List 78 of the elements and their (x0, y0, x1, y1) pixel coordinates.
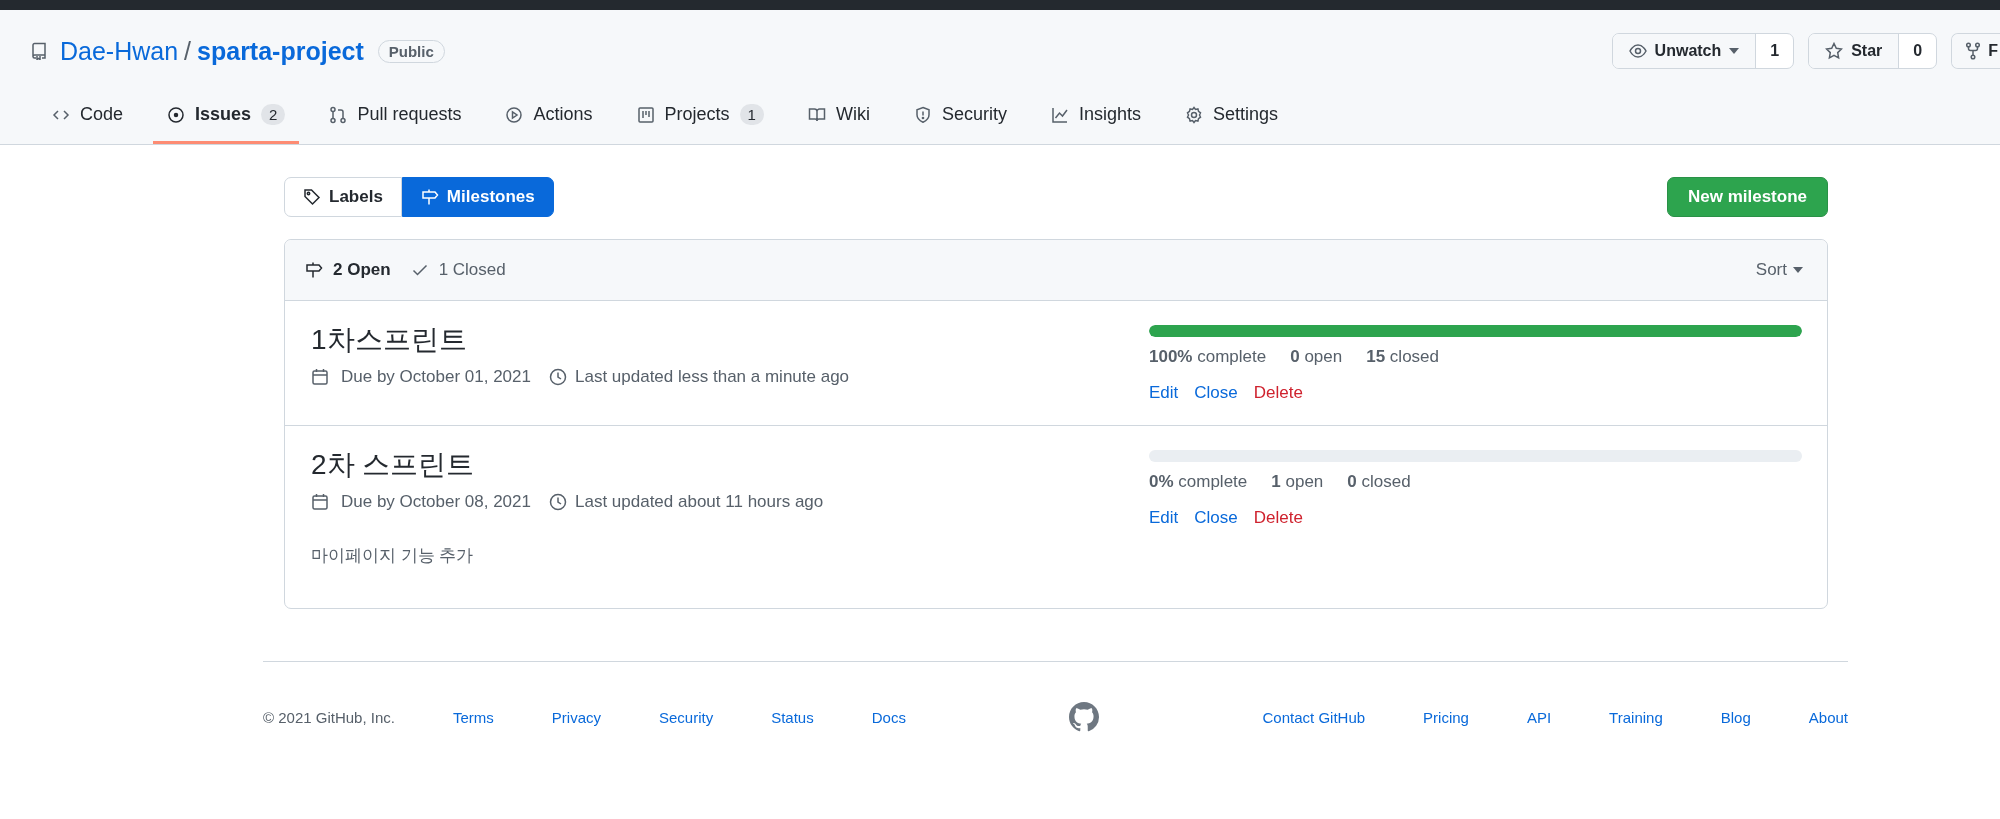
graph-icon (1050, 105, 1069, 124)
close-link[interactable]: Close (1194, 383, 1238, 403)
fork-icon (1964, 42, 1983, 60)
caret-icon (1793, 267, 1803, 273)
calendar-icon (311, 368, 329, 386)
tab-counter: 1 (739, 104, 764, 125)
closed-count: 0 closed (1347, 472, 1411, 492)
due-date: Due by October 08, 2021 (341, 492, 531, 512)
watch-count[interactable]: 1 (1756, 34, 1794, 68)
state-filter[interactable]: 2 Open (305, 260, 391, 280)
percent-complete: 100% complete (1149, 347, 1267, 367)
subnav-tab[interactable]: Milestones (401, 177, 554, 217)
milestone-title[interactable]: 1차스프린트 (311, 321, 467, 359)
shield-icon (913, 105, 932, 124)
percent-complete: 0% complete (1149, 472, 1248, 492)
signpost-icon (305, 261, 323, 279)
delete-link[interactable]: Delete (1253, 383, 1303, 403)
footer-link[interactable]: API (1526, 708, 1552, 726)
repo-tab[interactable]: Actions (491, 94, 607, 144)
state-filter[interactable]: 1 Closed (410, 260, 506, 280)
repo-tab[interactable]: Issues 2 (153, 94, 300, 144)
repo-tab[interactable]: Projects 1 (622, 94, 778, 144)
footer-link[interactable]: Security (659, 708, 714, 726)
signpost-icon (420, 188, 439, 206)
footer-link[interactable]: Docs (871, 708, 906, 726)
footer-link[interactable]: Blog (1720, 708, 1751, 726)
path-separator: / (184, 36, 192, 66)
fork-button[interactable]: F (1952, 34, 2000, 68)
calendar-icon (311, 493, 329, 511)
last-updated: Last updated less than a minute ago (574, 367, 850, 387)
edit-link[interactable]: Edit (1149, 508, 1179, 528)
milestone-title[interactable]: 2차 스프린트 (311, 446, 475, 484)
sort-dropdown[interactable]: Sort (1749, 259, 1809, 281)
footer-link[interactable]: Privacy (551, 708, 601, 726)
footer-link[interactable]: Terms (452, 708, 494, 726)
new-milestone-button[interactable]: New milestone (1666, 177, 1828, 217)
repo-tab[interactable]: Code (38, 94, 138, 144)
footer-link[interactable]: Contact GitHub (1262, 708, 1366, 726)
footer-link[interactable]: Status (771, 708, 814, 726)
tab-counter: 2 (261, 104, 286, 125)
footer-link[interactable]: About (1808, 708, 1848, 726)
footer-link[interactable]: Training (1609, 708, 1663, 726)
open-count: 1 open (1271, 472, 1324, 492)
repo-tab[interactable]: Insights (1036, 94, 1155, 144)
book-icon (807, 105, 826, 124)
play-icon (505, 105, 524, 124)
owner-link[interactable]: Dae-Hwan (60, 36, 179, 66)
repo-tab[interactable]: Settings (1170, 94, 1292, 144)
caret-icon (1729, 48, 1740, 54)
circle-dot-icon (167, 105, 186, 124)
due-date: Due by October 01, 2021 (341, 367, 531, 387)
delete-link[interactable]: Delete (1253, 508, 1303, 528)
star-button[interactable]: Star (1809, 34, 1900, 68)
copyright-text: © 2021 GitHub, Inc. (263, 708, 395, 726)
edit-link[interactable]: Edit (1149, 383, 1179, 403)
star-count[interactable]: 0 (1899, 34, 1937, 68)
settings-icon (1184, 105, 1203, 124)
clock-icon (548, 493, 567, 511)
project-board-icon (636, 105, 655, 124)
repo-tab[interactable]: Security (899, 94, 1021, 144)
star-icon (1825, 42, 1844, 60)
subnav-tab[interactable]: Labels (284, 177, 402, 217)
octocat-logo-icon (1069, 702, 1100, 732)
repository-icon (30, 42, 48, 60)
watch-button[interactable]: Unwatch (1612, 34, 1757, 68)
footer-link[interactable]: Pricing (1423, 708, 1469, 726)
repo-tab[interactable]: Pull requests (315, 94, 476, 144)
closed-count: 15 closed (1366, 347, 1439, 367)
open-count: 0 open (1290, 347, 1343, 367)
tag-icon (303, 188, 321, 206)
close-link[interactable]: Close (1194, 508, 1238, 528)
pull-request-icon (329, 105, 348, 124)
milestone-description: 마이페이지 기능 추가 (311, 545, 475, 567)
clock-icon (548, 368, 567, 386)
repository-link[interactable]: sparta-project (197, 36, 364, 66)
repo-tab[interactable]: Wiki (793, 94, 884, 144)
last-updated: Last updated about 11 hours ago (574, 492, 824, 512)
eye-icon (1628, 42, 1647, 60)
